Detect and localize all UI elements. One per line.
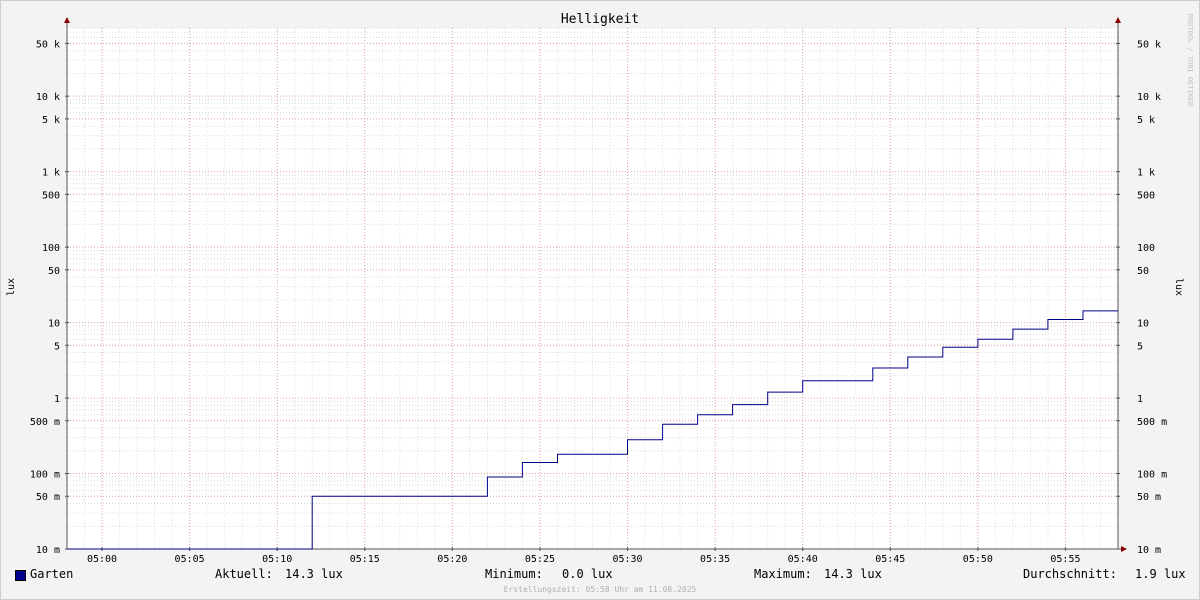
y-tick-label-right: 100 m (1137, 470, 1167, 481)
y-tick-label-left: 50 m (36, 492, 60, 503)
y-tick-label-right: 1 (1137, 394, 1143, 405)
x-tick-label: 05:50 (963, 554, 993, 565)
y-tick-label-right: 50 (1137, 266, 1149, 277)
x-tick-label: 05:05 (175, 554, 205, 565)
legend-avg-label: Durchschnitt: (1023, 567, 1117, 581)
y-tick-label-right: 50 m (1137, 492, 1161, 503)
y-tick-label-right: 100 (1137, 243, 1155, 254)
y-tick-label-left: 5 (54, 341, 60, 352)
x-tick-label: 05:25 (525, 554, 555, 565)
legend-max-label: Maximum: (754, 567, 812, 581)
y-tick-label-right: 50 k (1137, 39, 1161, 50)
y-tick-label-left: 5 k (42, 115, 60, 126)
x-tick-label: 05:15 (350, 554, 380, 565)
y-axis-label-right: lux (1173, 278, 1184, 296)
y-tick-label-right: 10 m (1137, 545, 1161, 556)
y-tick-label-right: 10 k (1137, 92, 1161, 103)
legend-current-label: Aktuell: (215, 567, 273, 581)
y-axis-right-arrow (1115, 17, 1121, 23)
legend-min-value: 0.0 lux (562, 567, 613, 581)
grid (66, 27, 1119, 550)
x-tick-label: 05:10 (262, 554, 292, 565)
y-tick-label-left: 500 m (30, 417, 60, 428)
x-axis-arrow (1121, 546, 1127, 552)
legend-min-label: Minimum: (485, 567, 543, 581)
y-tick-label-left: 1 (54, 394, 60, 405)
y-tick-label-right: 5 k (1137, 115, 1155, 126)
x-tick-label: 05:35 (700, 554, 730, 565)
x-tick-label: 05:30 (612, 554, 642, 565)
y-tick-label-left: 100 (42, 243, 60, 254)
x-tick-label: 05:00 (87, 554, 117, 565)
x-tick-label: 05:40 (788, 554, 818, 565)
x-tick-label: 05:55 (1050, 554, 1080, 565)
x-tick-label: 05:20 (437, 554, 467, 565)
y-tick-label-right: 500 m (1137, 417, 1167, 428)
legend-max-value: 14.3 lux (824, 567, 882, 581)
legend-current-value: 14.3 lux (285, 567, 343, 581)
chart: 50 k 50 k10 k 10 k5 k5 k1 k1 k500 500100 100… (6, 12, 1194, 565)
chart-title: Helligkeit (561, 12, 639, 27)
y-tick-label-left: 500 (42, 190, 60, 201)
x-tick-label: 05:45 (875, 554, 905, 565)
y-axis-left-arrow (64, 17, 70, 23)
y-tick-label-left: 10 m (36, 545, 60, 556)
y-tick-label-left: 10 k (36, 92, 60, 103)
legend-avg-value: 1.9 lux (1135, 567, 1186, 581)
y-tick-label-right: 500 (1137, 190, 1155, 201)
y-axis-label-left: lux (6, 278, 17, 296)
watermark: RRDTOOL / TOBI OETIKER (1186, 14, 1194, 108)
y-tick-label-right: 1 k (1137, 168, 1155, 179)
y-tick-label-left: 50 k (36, 39, 60, 50)
y-tick-label-left: 100 m (30, 470, 60, 481)
y-tick-label-left: 10 (48, 319, 60, 330)
y-tick-label-left: 1 k (42, 168, 60, 179)
y-tick-label-right: 10 (1137, 319, 1149, 330)
legend-series-name: Garten (30, 567, 74, 581)
y-tick-label-left: 50 (48, 266, 60, 277)
y-tick-label-right: 5 (1137, 341, 1143, 352)
footer-timestamp: Erstellungszeit: 05:58 Uhr am 11.08.2025 (503, 585, 697, 594)
legend-swatch-garten (15, 570, 26, 581)
